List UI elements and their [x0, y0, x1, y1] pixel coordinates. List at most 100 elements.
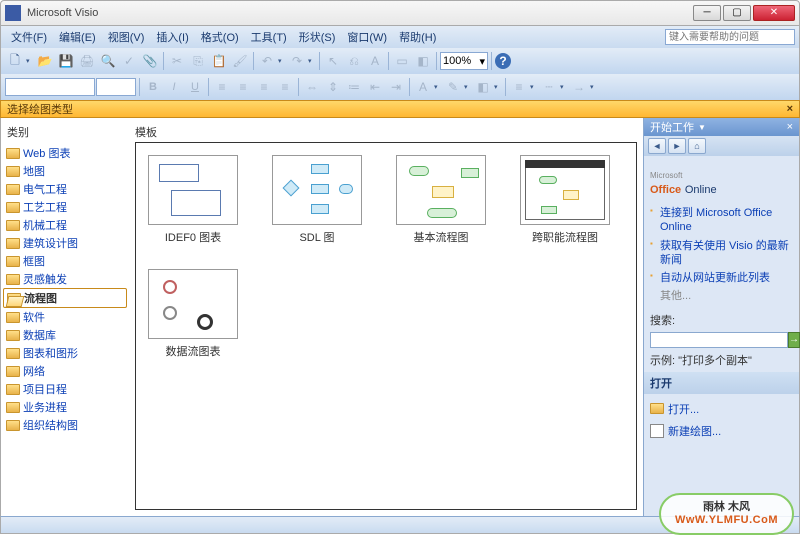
- line-weight-button[interactable]: ≡: [509, 77, 529, 97]
- line-ends-button[interactable]: →: [569, 77, 589, 97]
- align-left-button[interactable]: ≡: [212, 77, 232, 97]
- open-action[interactable]: 打开...: [650, 398, 793, 420]
- menu-edit[interactable]: 编辑(E): [53, 27, 102, 47]
- category-label: Web 图表: [23, 145, 70, 161]
- undo-button[interactable]: ↶: [257, 51, 277, 71]
- category-item[interactable]: 流程图: [3, 288, 127, 308]
- distribute-v-button[interactable]: ⇕: [323, 77, 343, 97]
- taskpane-home-button[interactable]: ⌂: [688, 138, 706, 154]
- category-item[interactable]: 灵感触发: [3, 270, 127, 288]
- menu-tools[interactable]: 工具(T): [245, 27, 293, 47]
- fill-color-button[interactable]: ◧: [473, 77, 493, 97]
- research-button[interactable]: 📎: [140, 51, 160, 71]
- taskpane-link[interactable]: 获取有关使用 Visio 的最新新闻: [650, 237, 793, 270]
- align-center-button[interactable]: ≡: [233, 77, 253, 97]
- category-item[interactable]: 机械工程: [3, 216, 127, 234]
- new-button[interactable]: 🗋: [5, 51, 25, 71]
- taskpane-link[interactable]: 自动从网站更新此列表: [650, 269, 793, 287]
- category-label: 组织结构图: [23, 417, 78, 433]
- category-item[interactable]: 图表和图形: [3, 344, 127, 362]
- menu-insert[interactable]: 插入(I): [150, 27, 194, 47]
- category-label: 地图: [23, 163, 45, 179]
- align-justify-button[interactable]: ≡: [275, 77, 295, 97]
- bold-button[interactable]: B: [143, 77, 163, 97]
- cut-button[interactable]: ✂: [167, 51, 187, 71]
- folder-icon: [6, 402, 20, 413]
- underline-button[interactable]: U: [185, 77, 205, 97]
- category-item[interactable]: 地图: [3, 162, 127, 180]
- category-item[interactable]: 工艺工程: [3, 198, 127, 216]
- category-item[interactable]: 组织结构图: [3, 416, 127, 434]
- template-item[interactable]: IDEF0 图表: [148, 155, 238, 245]
- save-button[interactable]: 💾: [56, 51, 76, 71]
- template-item[interactable]: 跨职能流程图: [520, 155, 610, 245]
- rectangle-tool-button[interactable]: ▭: [392, 51, 412, 71]
- menu-window[interactable]: 窗口(W): [341, 27, 393, 47]
- format-painter-button[interactable]: 🖌: [230, 51, 250, 71]
- category-label: 框图: [23, 253, 45, 269]
- taskpane-more-link[interactable]: 其他...: [650, 287, 793, 305]
- menu-help[interactable]: 帮助(H): [393, 27, 442, 47]
- menu-view[interactable]: 视图(V): [102, 27, 151, 47]
- text-tool-button[interactable]: A: [365, 51, 385, 71]
- search-go-button[interactable]: →: [788, 332, 800, 348]
- category-item[interactable]: 业务进程: [3, 398, 127, 416]
- category-item[interactable]: 框图: [3, 252, 127, 270]
- template-label: SDL 图: [299, 232, 334, 244]
- new-drawing-action[interactable]: 新建绘图...: [650, 420, 793, 442]
- redo-button[interactable]: ↷: [287, 51, 307, 71]
- category-label: 工艺工程: [23, 199, 67, 215]
- template-item[interactable]: 数据流图表: [148, 269, 238, 359]
- distribute-h-button[interactable]: ⇔: [302, 77, 322, 97]
- menu-format[interactable]: 格式(O): [195, 27, 245, 47]
- open-button[interactable]: 📂: [35, 51, 55, 71]
- taskpane-forward-button[interactable]: ►: [668, 138, 686, 154]
- category-item[interactable]: 建筑设计图: [3, 234, 127, 252]
- folder-icon: [6, 202, 20, 213]
- category-item[interactable]: 软件: [3, 308, 127, 326]
- font-select[interactable]: [5, 78, 95, 96]
- minimize-button[interactable]: ─: [693, 5, 721, 21]
- taskpane-search-input[interactable]: [650, 332, 788, 348]
- print-button[interactable]: 🖨: [77, 51, 97, 71]
- taskpane-back-button[interactable]: ◄: [648, 138, 666, 154]
- folder-icon: [6, 348, 20, 359]
- category-item[interactable]: Web 图表: [3, 144, 127, 162]
- menu-shape[interactable]: 形状(S): [293, 27, 342, 47]
- template-column: 模板 IDEF0 图表SDL 图基本流程图跨职能流程图数据流图表: [129, 118, 643, 516]
- increase-indent-button[interactable]: ⇥: [386, 77, 406, 97]
- taskpane-link[interactable]: 连接到 Microsoft Office Online: [650, 204, 793, 237]
- pointer-tool-button[interactable]: ↖: [323, 51, 343, 71]
- category-item[interactable]: 项目日程: [3, 380, 127, 398]
- bullets-button[interactable]: ≔: [344, 77, 364, 97]
- print-preview-button[interactable]: 🔍: [98, 51, 118, 71]
- connector-tool-button[interactable]: ⎌: [344, 51, 364, 71]
- zoom-select[interactable]: 100%▾: [440, 52, 488, 70]
- category-item[interactable]: 电气工程: [3, 180, 127, 198]
- category-label: 灵感触发: [23, 271, 67, 287]
- spelling-button[interactable]: ✓: [119, 51, 139, 71]
- close-button[interactable]: ✕: [753, 5, 795, 21]
- template-label: 数据流图表: [166, 346, 221, 358]
- font-size-select[interactable]: [96, 78, 136, 96]
- italic-button[interactable]: I: [164, 77, 184, 97]
- font-color-button[interactable]: A: [413, 77, 433, 97]
- line-color-button[interactable]: ✎: [443, 77, 463, 97]
- copy-button[interactable]: ⎘: [188, 51, 208, 71]
- chooser-close-icon[interactable]: ×: [787, 103, 793, 115]
- align-right-button[interactable]: ≡: [254, 77, 274, 97]
- category-item[interactable]: 网络: [3, 362, 127, 380]
- shapes-button[interactable]: ◧: [413, 51, 433, 71]
- folder-open-icon: [7, 293, 21, 304]
- decrease-indent-button[interactable]: ⇤: [365, 77, 385, 97]
- menu-file[interactable]: 文件(F): [5, 27, 53, 47]
- help-button[interactable]: ?: [495, 53, 511, 69]
- template-item[interactable]: SDL 图: [272, 155, 362, 245]
- line-pattern-button[interactable]: ┄: [539, 77, 559, 97]
- paste-button[interactable]: 📋: [209, 51, 229, 71]
- category-item[interactable]: 数据库: [3, 326, 127, 344]
- maximize-button[interactable]: ▢: [723, 5, 751, 21]
- template-item[interactable]: 基本流程图: [396, 155, 486, 245]
- taskpane-close-icon[interactable]: ×: [787, 121, 793, 133]
- help-search-input[interactable]: [665, 29, 795, 45]
